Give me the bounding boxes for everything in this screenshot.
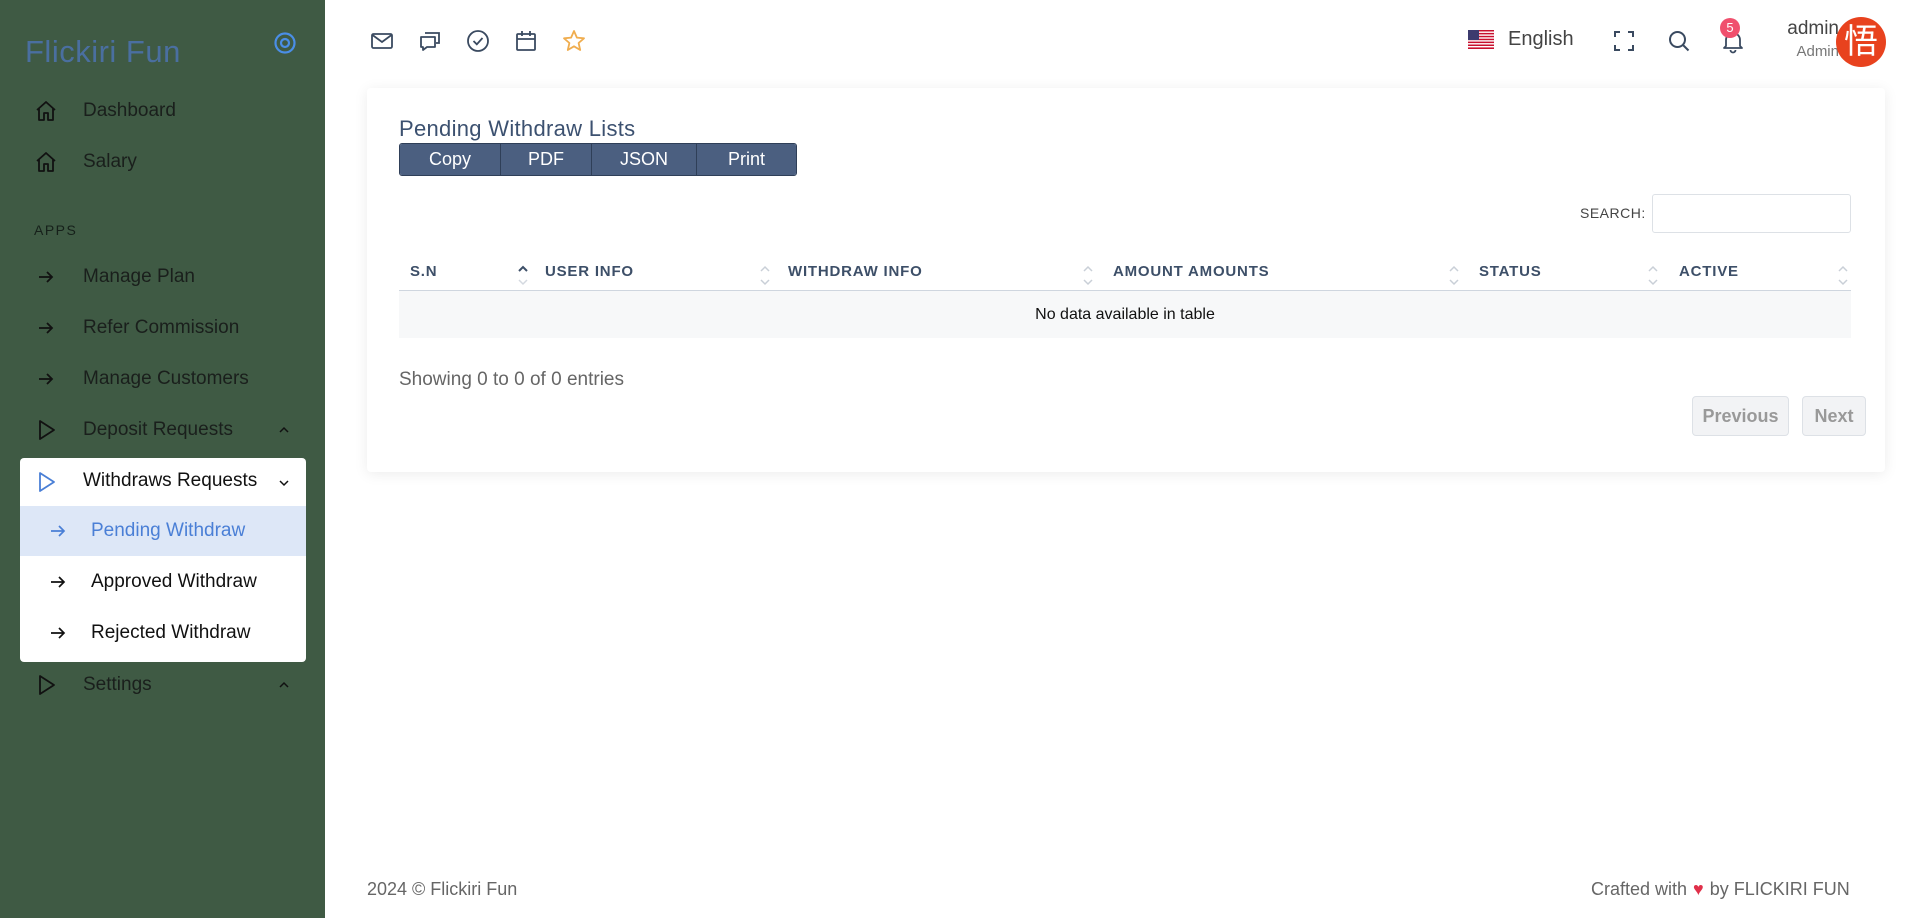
calendar-icon[interactable] [513,28,539,54]
star-icon[interactable] [561,28,587,54]
avatar[interactable]: 悟 [1836,17,1886,67]
sidebar-item-approved-withdraw[interactable]: Approved Withdraw [20,557,306,607]
language-label: English [1508,28,1574,50]
arrow-right-icon [51,627,66,639]
column-header-withdraw-info[interactable]: WITHDRAW INFO [788,256,1113,291]
sort-icon [1648,265,1658,286]
sidebar-item-label: Salary [83,151,137,172]
arrow-right-icon [39,373,54,385]
home-icon [36,152,56,172]
sidebar-toggle-icon[interactable] [272,30,298,56]
footer-credit: Crafted with ♥ by FLICKIRI FUN [1591,879,1850,900]
mail-icon[interactable] [369,28,395,54]
column-header-sn[interactable]: S.N [410,256,530,291]
sort-icon [1838,265,1848,286]
sort-asc-active-icon [518,265,528,286]
sidebar-item-pending-withdraw[interactable]: Pending Withdraw [20,506,306,556]
footer-copyright: 2024 © Flickiri Fun [367,879,518,899]
chevron-up-icon [279,426,289,433]
pdf-button[interactable]: PDF [501,144,592,175]
sidebar-item-rejected-withdraw[interactable]: Rejected Withdraw [20,608,306,658]
sort-icon [1083,265,1093,286]
brand-logo[interactable]: Flickiri Fun [25,34,181,70]
sidebar-item-manage-customers[interactable]: Manage Customers [20,356,306,402]
withdraws-submenu: Withdraws Requests Pending Withdraw Appr… [20,458,306,662]
copy-button[interactable]: Copy [400,144,501,175]
previous-button[interactable]: Previous [1692,396,1789,436]
sidebar-item-label: Refer Commission [83,317,240,338]
sidebar-item-salary[interactable]: Salary [20,139,306,185]
sidebar-item-withdraws-requests[interactable]: Withdraws Requests [20,458,306,506]
table-empty-row: No data available in table [399,291,1851,338]
language-selector[interactable]: English [1468,28,1574,51]
sidebar-item-label: Deposit Requests [83,419,233,440]
notification-badge: 5 [1720,18,1740,38]
print-button[interactable]: Print [697,144,796,175]
fullscreen-icon[interactable] [1611,28,1637,54]
play-icon [39,472,55,492]
heart-icon: ♥ [1693,879,1704,899]
arrow-right-icon [51,525,66,537]
arrow-right-icon [39,322,54,334]
section-title-apps: APPS [34,222,78,238]
sort-icon [1449,265,1459,286]
check-circle-icon[interactable] [465,28,491,54]
table-header: S.N USER INFO WITHDRAW INFO AMOUNT AMOUN… [399,256,1851,291]
sidebar-item-deposit-requests[interactable]: Deposit Requests [20,407,306,453]
sidebar-item-settings[interactable]: Settings [20,662,306,708]
sidebar-item-label: Rejected Withdraw [91,622,251,643]
sidebar: Flickiri Fun Dashboard Salary APPS Manag… [0,0,325,918]
play-icon [39,420,55,440]
search-input[interactable] [1652,194,1851,233]
user-name[interactable]: admin [1765,18,1839,40]
next-button[interactable]: Next [1802,396,1866,436]
footer-credit-pre: Crafted with [1591,879,1688,899]
arrow-right-icon [39,271,54,283]
sidebar-item-manage-plan[interactable]: Manage Plan [20,254,306,300]
play-icon [39,675,55,695]
sidebar-item-refer-commission[interactable]: Refer Commission [20,305,306,351]
home-icon [36,101,56,121]
column-header-user-info[interactable]: USER INFO [545,256,781,291]
sidebar-item-label: Pending Withdraw [91,520,246,541]
chevron-up-icon [279,681,289,688]
footer-credit-post: by FLICKIRI FUN [1709,879,1850,899]
search-label: SEARCH: [1580,205,1646,221]
chat-icon[interactable] [417,28,443,54]
arrow-right-icon [51,576,66,588]
chevron-down-icon [279,480,289,487]
sidebar-item-dashboard[interactable]: Dashboard [20,88,306,134]
page-title: Pending Withdraw Lists [399,116,636,141]
sidebar-item-label: Manage Customers [83,368,249,389]
column-header-amount[interactable]: AMOUNT AMOUNTS [1113,256,1463,291]
sort-icon [760,265,770,286]
sidebar-item-label: Manage Plan [83,266,195,287]
sidebar-item-label: Dashboard [83,100,176,121]
sidebar-item-label: Withdraws Requests [83,470,258,491]
sidebar-item-label: Approved Withdraw [91,571,257,592]
us-flag-icon [1468,30,1494,49]
column-header-active[interactable]: ACTIVE [1679,256,1851,291]
sidebar-item-label: Settings [83,674,152,695]
user-role: Admin [1796,43,1839,60]
table-info: Showing 0 to 0 of 0 entries [399,369,624,390]
column-header-status[interactable]: STATUS [1479,256,1679,291]
search-icon[interactable] [1666,28,1692,54]
export-button-group: Copy PDF JSON Print [399,143,797,176]
withdraw-card: Pending Withdraw Lists Copy PDF JSON Pri… [367,88,1885,472]
json-button[interactable]: JSON [592,144,697,175]
